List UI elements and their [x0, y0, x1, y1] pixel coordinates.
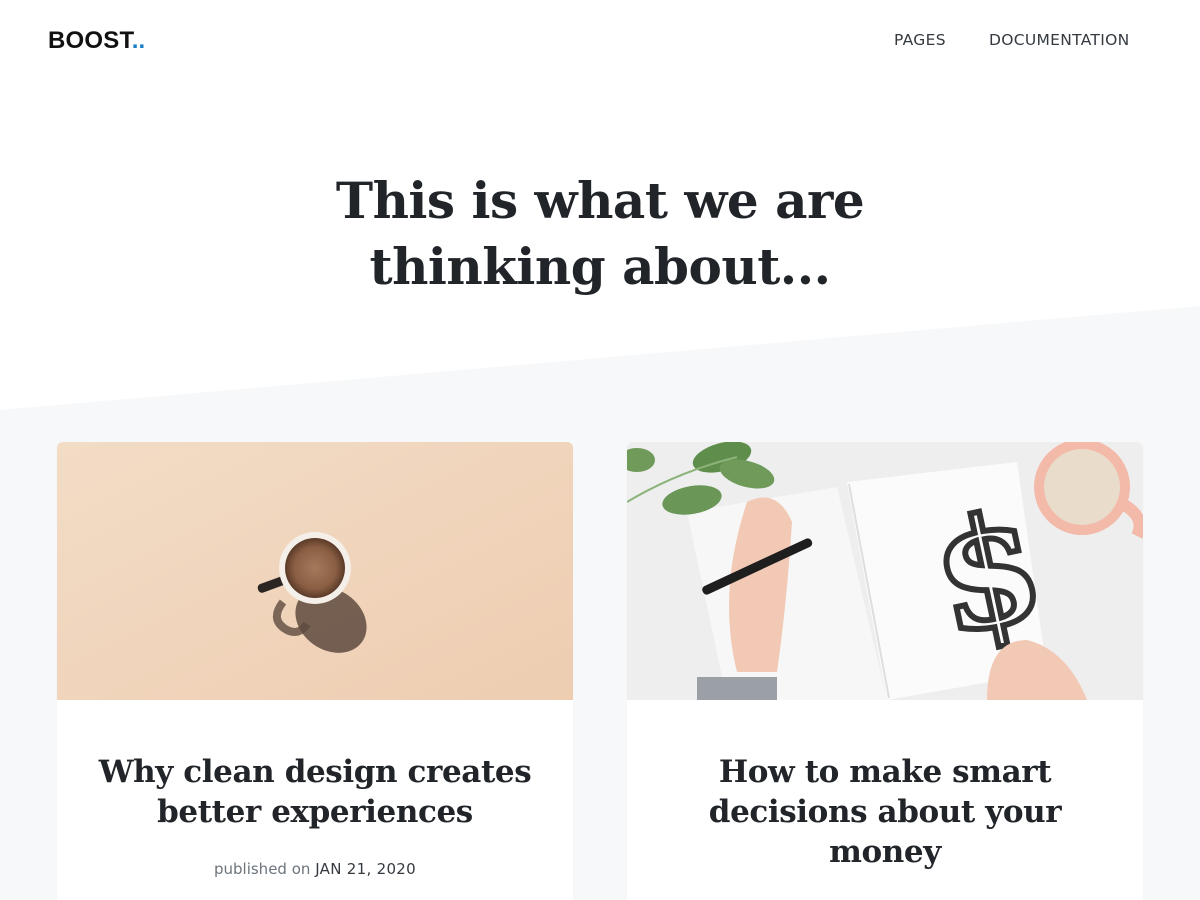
brand-logo[interactable]: BOOST.. [48, 27, 145, 55]
hero-title: This is what we are thinking about... [335, 171, 865, 296]
nav-link-pages[interactable]: PAGES [894, 31, 946, 49]
post-meta-prefix: published on [213, 860, 311, 878]
navbar: BOOST.. PAGES DOCUMENTATION [0, 0, 1200, 82]
dollar-sketch-image[interactable]: $ [627, 442, 1143, 700]
post-title[interactable]: Why clean design creates better experien… [87, 752, 543, 832]
post-date: JAN 21, 2020 [315, 860, 416, 878]
blog-card[interactable]: Why clean design creates better experien… [57, 442, 573, 900]
post-meta: published on JAN 21, 2020 [57, 860, 573, 878]
nav-link-documentation[interactable]: DOCUMENTATION [989, 31, 1129, 49]
blog-card[interactable]: $ How to make smart decisions about your… [627, 442, 1143, 900]
coffee-cup-image[interactable] [57, 442, 573, 700]
brand-name: BOOST [48, 27, 132, 54]
brand-dots: .. [131, 27, 146, 54]
post-title[interactable]: How to make smart decisions about your m… [657, 752, 1113, 872]
